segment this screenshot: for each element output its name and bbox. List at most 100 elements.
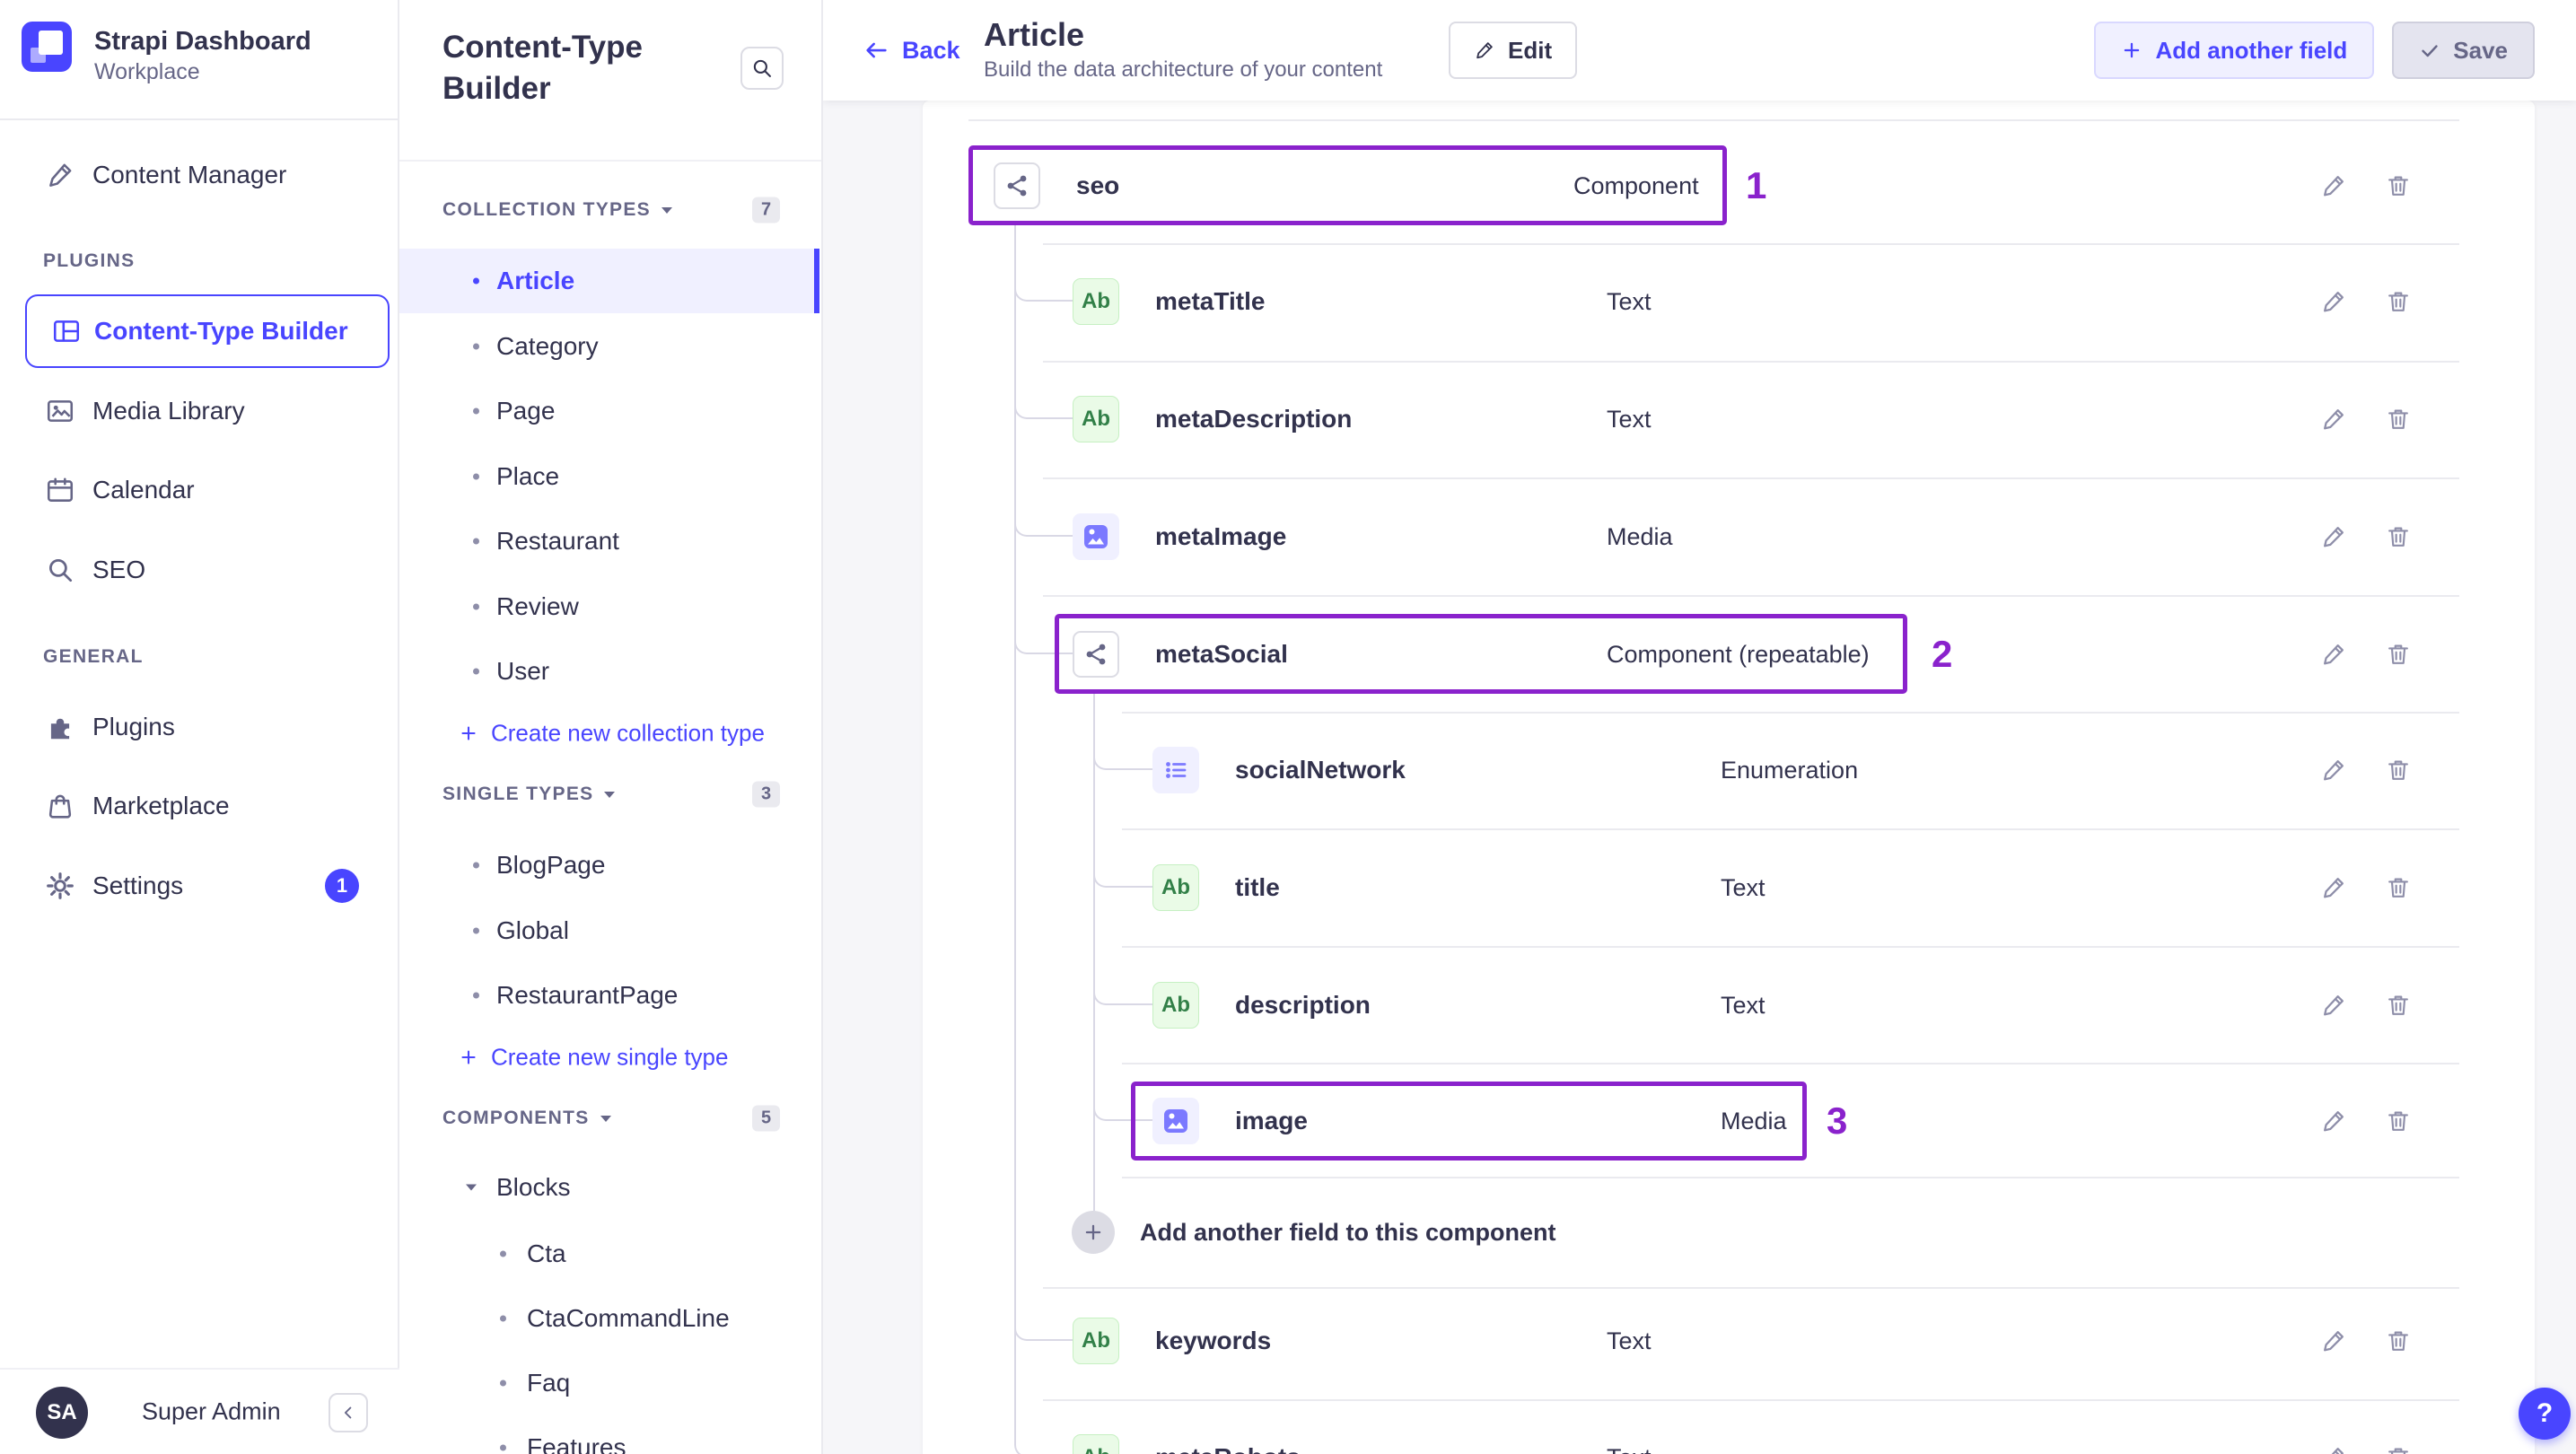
help-button[interactable]: ? [2519, 1388, 2571, 1440]
check-icon [2419, 39, 2440, 61]
edit-field-button[interactable] [2312, 515, 2355, 558]
delete-field-button[interactable] [2377, 280, 2420, 323]
collapse-sidebar-button[interactable] [329, 1393, 368, 1432]
edit-field-button[interactable] [2312, 280, 2355, 323]
chevron-left-icon [338, 1403, 358, 1423]
media-library-icon [45, 396, 75, 426]
group-count-badge: 3 [752, 781, 781, 808]
field-type: Text [1607, 1327, 1652, 1354]
edit-field-button[interactable] [2312, 633, 2355, 676]
type-item-restaurantpage[interactable]: RestaurantPage [399, 963, 819, 1028]
add-another-field-button[interactable]: Add another field [2094, 22, 2375, 79]
pencil-icon [2320, 641, 2347, 668]
delete-field-button[interactable] [2377, 1099, 2420, 1143]
back-button[interactable]: Back [863, 31, 960, 70]
action-create-new-single-type[interactable]: Create new single type [399, 1025, 819, 1090]
seo-icon [45, 555, 75, 585]
field-row-metaRobots[interactable]: Ab metaRobots Text [923, 1399, 2535, 1454]
edit-field-button[interactable] [2312, 164, 2355, 207]
field-row-image[interactable]: image Media [923, 1063, 2535, 1179]
component-category-blocks[interactable]: Blocks [399, 1155, 819, 1220]
bullet-icon [500, 1315, 506, 1322]
type-item-global[interactable]: Global [399, 898, 819, 963]
delete-field-button[interactable] [2377, 633, 2420, 676]
group-heading-components[interactable]: COMPONENTS 5 [399, 1086, 819, 1151]
field-name: socialNetwork [1235, 756, 1406, 784]
type-item-label: User [496, 657, 550, 685]
type-item-label: BlogPage [496, 851, 606, 879]
type-item-category[interactable]: Category [399, 314, 819, 379]
field-type: Text [1607, 1399, 1652, 1454]
action-label: Create new collection type [491, 719, 765, 747]
type-item-place[interactable]: Place [399, 444, 819, 509]
component-item-cta[interactable]: Cta [399, 1222, 819, 1286]
field-row-title[interactable]: Ab title Text [923, 829, 2535, 946]
edit-field-button[interactable] [2312, 1319, 2355, 1362]
edit-field-button[interactable] [2312, 749, 2355, 792]
bullet-icon [500, 1444, 506, 1451]
type-item-review[interactable]: Review [399, 574, 819, 639]
plus-icon [459, 1047, 478, 1067]
field-row-seo[interactable]: seo Component [923, 127, 2535, 244]
group-count-badge: 7 [752, 197, 781, 223]
delete-field-button[interactable] [2377, 866, 2420, 909]
field-row-metaSocial[interactable]: metaSocial Component (repeatable) [923, 596, 2535, 713]
component-item-ctacommandline[interactable]: CtaCommandLine [399, 1286, 819, 1351]
edit-field-button[interactable] [2312, 1436, 2355, 1454]
sidebar-item-marketplace[interactable]: Marketplace [0, 770, 399, 842]
edit-field-button[interactable] [2312, 866, 2355, 909]
field-type: Enumeration [1721, 756, 1859, 784]
action-create-new-collection-type[interactable]: Create new collection type [399, 701, 819, 766]
sidebar-item-content-type-builder[interactable]: Content-Type Builder [25, 294, 390, 368]
avatar[interactable]: SA [36, 1387, 88, 1439]
content-area: seo Component Ab metaTitle Text Ab metaDescrip… [823, 101, 2576, 1454]
sidebar-item-calendar[interactable]: Calendar [0, 454, 399, 526]
edit-field-button[interactable] [2312, 398, 2355, 441]
field-row-socialNetwork[interactable]: socialNetwork Enumeration [923, 712, 2535, 828]
type-item-user[interactable]: User [399, 639, 819, 704]
component-item-features[interactable]: Features [399, 1415, 819, 1454]
edit-button[interactable]: Edit [1449, 22, 1578, 79]
field-row-metaImage[interactable]: metaImage Media [923, 478, 2535, 595]
field-row-metaDescription[interactable]: Ab metaDescription Text [923, 361, 2535, 477]
nav-section-label: GENERAL [43, 646, 144, 667]
type-item-restaurant[interactable]: Restaurant [399, 509, 819, 574]
field-row-metaTitle[interactable]: Ab metaTitle Text [923, 243, 2535, 360]
delete-field-button[interactable] [2377, 984, 2420, 1027]
delete-field-button[interactable] [2377, 1436, 2420, 1454]
type-item-page[interactable]: Page [399, 379, 819, 443]
back-label: Back [902, 36, 960, 64]
text-field-icon: Ab [1073, 1434, 1119, 1454]
notification-badge: 1 [325, 869, 359, 903]
sidebar-item-plugins[interactable]: Plugins [0, 691, 399, 763]
pencil-icon [1474, 39, 1495, 61]
sidebar-item-content-manager[interactable]: Content Manager [0, 139, 399, 211]
sidebar-item-media-library[interactable]: Media Library [0, 375, 399, 447]
bullet-icon [473, 277, 479, 285]
delete-field-button[interactable] [2377, 515, 2420, 558]
group-heading-single-types[interactable]: SINGLE TYPES 3 [399, 762, 819, 827]
sidebar-item-settings[interactable]: Settings 1 [0, 850, 399, 922]
save-button[interactable]: Save [2392, 22, 2535, 79]
marketplace-icon [45, 791, 75, 821]
trash-icon [2385, 641, 2412, 668]
sidebar-item-label: SEO [92, 556, 146, 583]
group-heading-collection-types[interactable]: COLLECTION TYPES 7 [399, 178, 819, 242]
active-accent-bar [814, 249, 819, 313]
add-field-to-component-button[interactable]: Add another field to this component [923, 1174, 2535, 1291]
delete-field-button[interactable] [2377, 398, 2420, 441]
component-item-faq[interactable]: Faq [399, 1351, 819, 1415]
type-item-blogpage[interactable]: BlogPage [399, 833, 819, 898]
field-row-keywords[interactable]: Ab keywords Text [923, 1283, 2535, 1399]
field-row-description[interactable]: Ab description Text [923, 947, 2535, 1064]
plus-circle-icon [1072, 1211, 1115, 1254]
component-category-label: Blocks [496, 1173, 571, 1201]
edit-field-button[interactable] [2312, 1099, 2355, 1143]
delete-field-button[interactable] [2377, 1319, 2420, 1362]
sidebar-item-label: Plugins [92, 713, 175, 740]
sidebar-item-seo[interactable]: SEO [0, 534, 399, 606]
edit-field-button[interactable] [2312, 984, 2355, 1027]
delete-field-button[interactable] [2377, 164, 2420, 207]
type-item-article[interactable]: Article [399, 249, 819, 313]
delete-field-button[interactable] [2377, 749, 2420, 792]
